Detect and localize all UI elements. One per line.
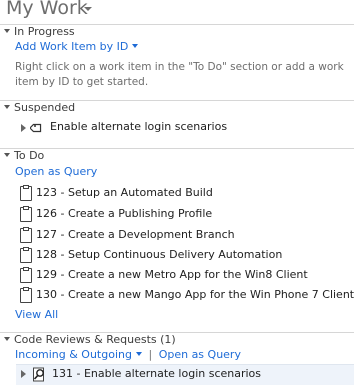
page-title[interactable]: My Work — [6, 0, 88, 19]
clipboard-icon — [20, 287, 32, 303]
tag-icon — [30, 123, 42, 133]
incoming-outgoing-filter[interactable]: Incoming & Outgoing — [15, 348, 132, 361]
clipboard-icon — [20, 247, 32, 263]
code-review-search-icon — [33, 367, 44, 382]
code-review-item[interactable]: 131 - Enable alternate login scenarios — [52, 367, 261, 380]
open-as-query-link[interactable]: Open as Query — [159, 348, 241, 361]
suspended-header[interactable]: Suspended — [0, 101, 354, 115]
todo-item[interactable]: 128 - Setup Continuous Delivery Automati… — [36, 248, 282, 261]
open-as-query-link[interactable]: Open as Query — [15, 165, 97, 178]
todo-item[interactable]: 126 - Create a Publishing Profile — [36, 207, 212, 220]
suspended-section: Suspended Enable alternate login scenari… — [0, 100, 354, 147]
view-all-link[interactable]: View All — [15, 308, 58, 321]
add-work-item-link[interactable]: Add Work Item by ID — [15, 40, 128, 53]
section-title: To Do — [14, 149, 45, 162]
collapse-icon[interactable] — [4, 337, 10, 341]
chevron-down-icon[interactable] — [132, 44, 139, 48]
clipboard-icon — [20, 206, 32, 222]
title-bar: My Work — [0, 0, 354, 24]
collapse-icon[interactable] — [4, 29, 10, 33]
collapse-icon[interactable] — [4, 105, 10, 109]
code-reviews-header[interactable]: Code Reviews & Requests (1) — [0, 333, 354, 347]
chevron-down-icon[interactable] — [135, 352, 142, 356]
section-title: Code Reviews & Requests (1) — [14, 333, 176, 346]
help-text: Right click on a work item in the "To Do… — [15, 61, 344, 88]
todo-item[interactable]: 130 - Create a new Mango App for the Win… — [36, 288, 354, 301]
in-progress-section: In Progress Add Work Item by ID Right cl… — [0, 24, 354, 99]
in-progress-header[interactable]: In Progress — [0, 25, 354, 39]
todo-item[interactable]: 123 - Setup an Automated Build — [36, 186, 213, 199]
suspended-item[interactable]: Enable alternate login scenarios — [50, 120, 227, 133]
todo-item[interactable]: 129 - Create a new Metro App for the Win… — [36, 268, 308, 281]
clipboard-icon — [20, 267, 32, 283]
expand-icon[interactable] — [21, 370, 26, 378]
separator: | — [148, 348, 153, 361]
section-title: In Progress — [14, 25, 75, 38]
clipboard-icon — [20, 227, 32, 243]
clipboard-icon — [20, 185, 32, 201]
expand-icon[interactable] — [21, 124, 26, 132]
collapse-icon[interactable] — [4, 153, 10, 157]
chevron-down-icon[interactable] — [84, 7, 92, 11]
todo-item[interactable]: 127 - Create a Development Branch — [36, 228, 235, 241]
section-title: Suspended — [14, 101, 76, 114]
todo-section: To Do Open as Query 123 - Setup an Autom… — [0, 148, 354, 331]
todo-header[interactable]: To Do — [0, 149, 354, 163]
